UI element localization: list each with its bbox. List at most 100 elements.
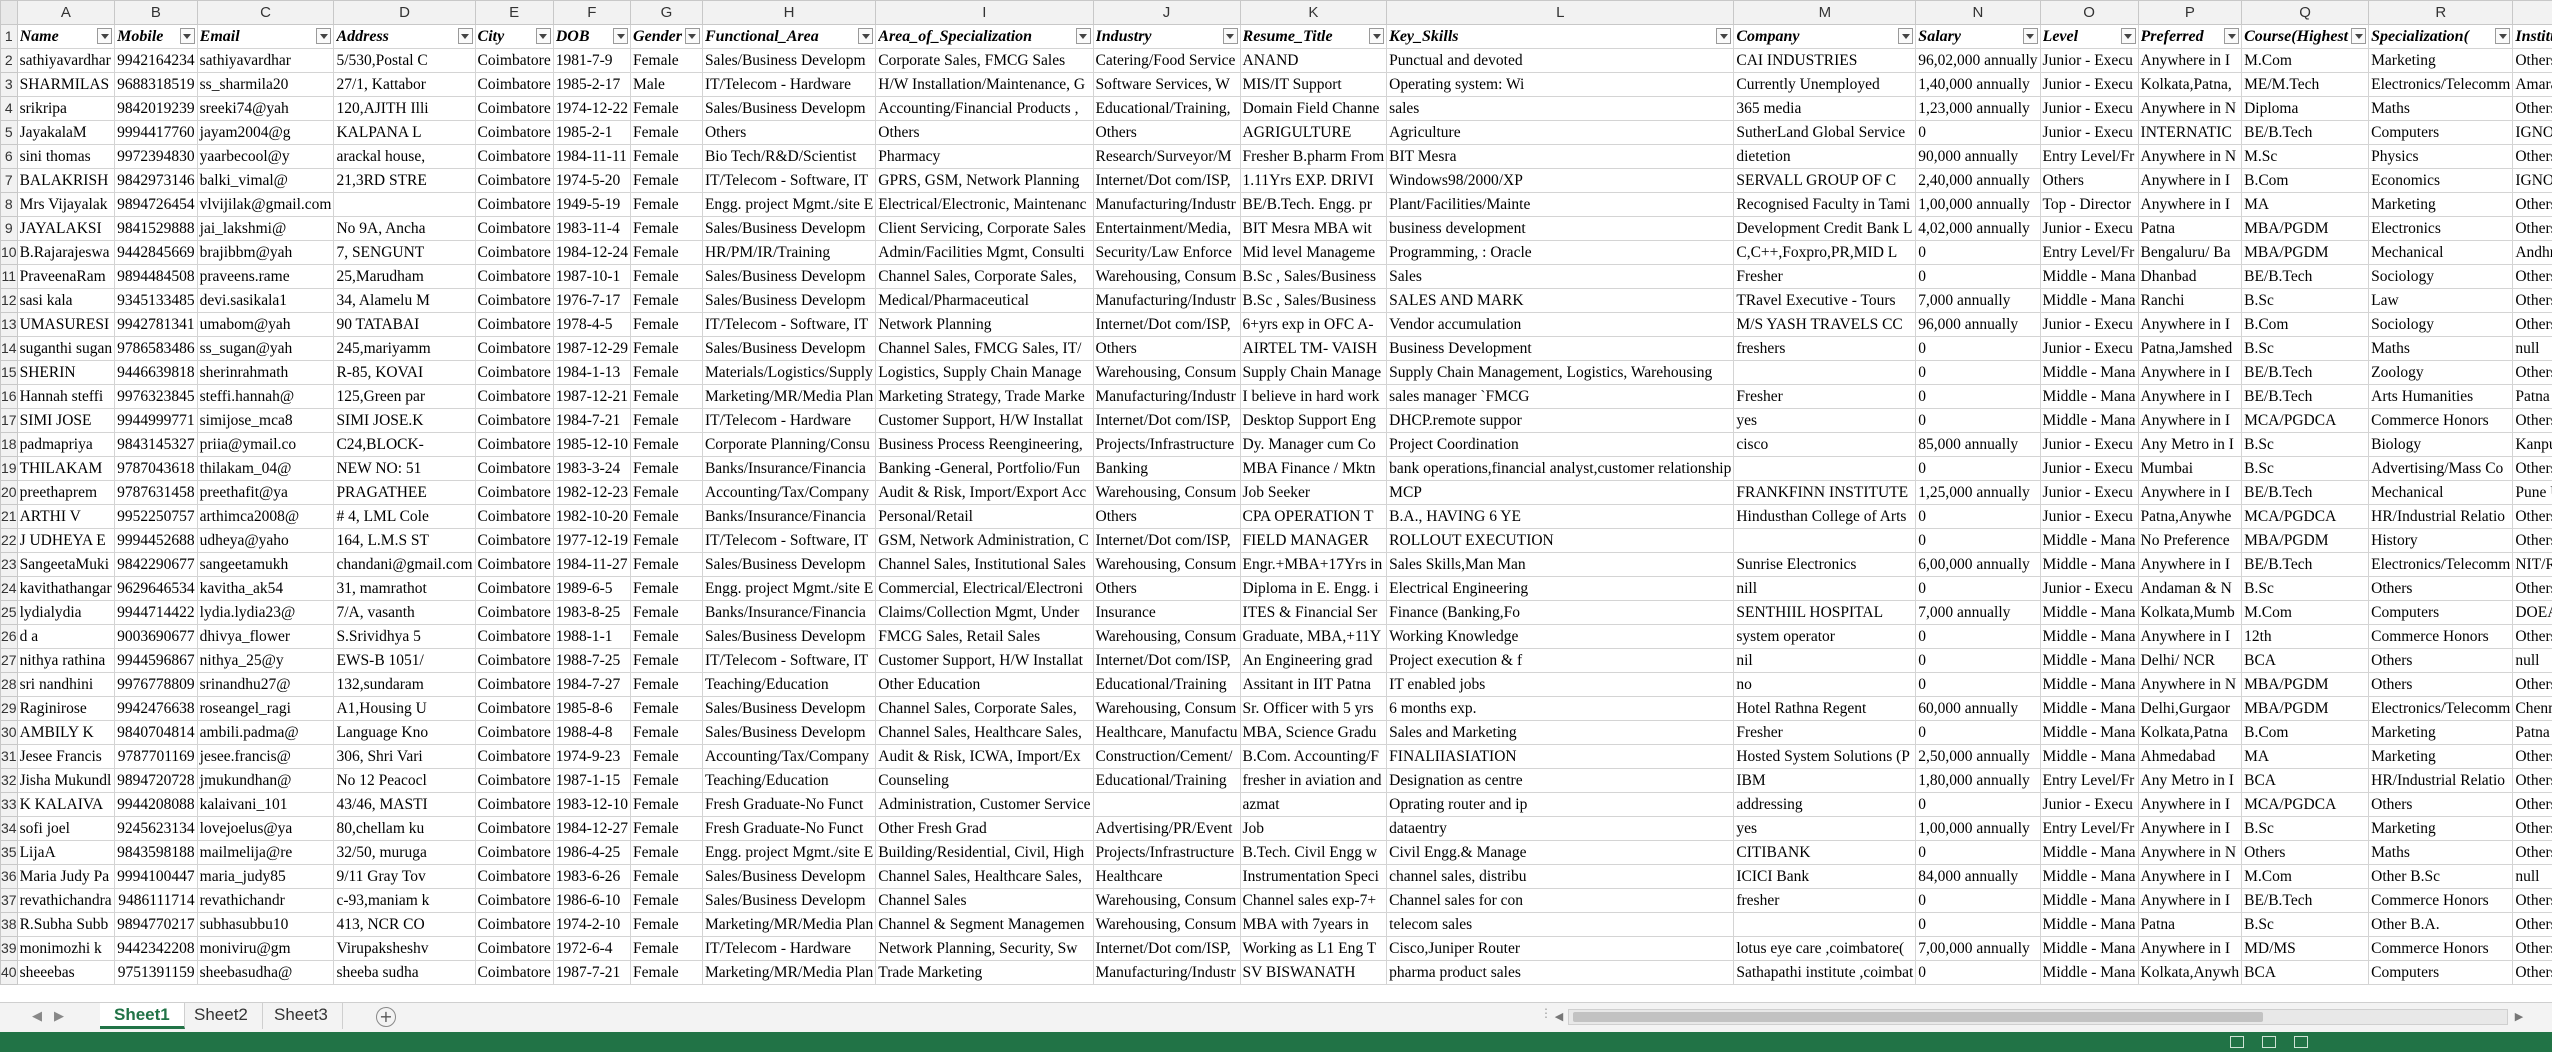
cell[interactable]: 9942164234 — [114, 48, 198, 73]
cell[interactable]: Junior - Execu — [2039, 432, 2139, 457]
cell[interactable]: B.Sc — [2241, 432, 2370, 457]
cell[interactable] — [1733, 528, 1917, 553]
cell[interactable]: 1949-5-19 — [552, 192, 632, 217]
cell[interactable]: Zoology — [2368, 360, 2514, 385]
cell[interactable]: NEW NO: 51 — [333, 456, 476, 481]
cell[interactable]: Others — [2512, 504, 2552, 529]
cell[interactable]: MCP — [1386, 480, 1735, 505]
cell[interactable]: maria_judy85 — [196, 864, 335, 889]
cell[interactable]: Others — [2512, 624, 2552, 649]
cell[interactable]: Marketing — [2368, 744, 2514, 769]
cell[interactable]: 1987-10-1 — [552, 264, 632, 289]
cell[interactable]: Currently Unemployed — [1733, 72, 1917, 97]
cell[interactable]: 25,Marudham — [333, 264, 476, 289]
cell[interactable]: Marketing/MR/Media Plan — [701, 960, 877, 985]
cell[interactable]: Junior - Execu — [2039, 480, 2139, 505]
cell[interactable]: Others — [2512, 192, 2552, 217]
cell[interactable]: SV BISWANATH — [1239, 960, 1388, 985]
column-header-d[interactable]: D — [333, 0, 476, 25]
cell[interactable]: C,C++,Foxpro,PR,MID L — [1733, 240, 1917, 265]
cell[interactable]: 0 — [1915, 504, 2041, 529]
cell[interactable]: ITES & Financial Ser — [1239, 600, 1388, 625]
cell[interactable]: Diploma — [2241, 96, 2370, 121]
cell[interactable]: Channel sales exp-7+ — [1239, 888, 1388, 913]
column-header-r[interactable]: R — [2368, 0, 2514, 25]
cell[interactable]: roseangel_ragi — [196, 696, 335, 721]
cell[interactable]: Electronics — [2368, 216, 2514, 241]
cell[interactable]: Projects/Infrastructure — [1092, 840, 1241, 865]
cell[interactable]: Marketing — [2368, 720, 2514, 745]
filter-dropdown-icon[interactable] — [535, 28, 551, 44]
cell[interactable]: 1985-8-6 — [552, 696, 632, 721]
cell[interactable]: K KALAIVA — [16, 792, 116, 817]
cell[interactable]: 0 — [1915, 240, 2041, 265]
cell[interactable]: Maths — [2368, 336, 2514, 361]
column-header-n[interactable]: N — [1915, 0, 2041, 25]
cell[interactable]: sreeki74@yah — [196, 96, 335, 121]
cell[interactable]: Coimbatore — [474, 192, 554, 217]
cell[interactable]: SHARMILAS — [16, 72, 116, 97]
cell[interactable]: Middle - Mana — [2039, 264, 2139, 289]
column-header-b[interactable]: B — [114, 0, 198, 25]
cell[interactable]: Coimbatore — [474, 408, 554, 433]
cell[interactable]: JAYALAKSI — [16, 216, 116, 241]
cell[interactable]: 9840704814 — [114, 720, 198, 745]
filter-dropdown-icon[interactable] — [1898, 28, 1914, 44]
cell[interactable]: 43/46, MASTI — [333, 792, 476, 817]
cell[interactable]: Marketing — [2368, 48, 2514, 73]
cell[interactable]: Hosted System Solutions (P — [1733, 744, 1917, 769]
header-cell[interactable]: Resume_Title — [1239, 24, 1388, 49]
cell[interactable]: B.Sc , Sales/Business — [1239, 288, 1388, 313]
cell[interactable]: lydialydia — [16, 600, 116, 625]
tab-sheet2[interactable]: Sheet2 — [180, 1003, 263, 1029]
cell[interactable]: Junior - Execu — [2039, 48, 2139, 73]
cell[interactable]: Trade Marketing — [875, 960, 1094, 985]
filter-dropdown-icon[interactable] — [2120, 28, 2136, 44]
cell[interactable]: sherinrahmath — [196, 360, 335, 385]
cell[interactable]: 125,Green par — [333, 384, 476, 409]
cell[interactable]: Marketing — [2368, 192, 2514, 217]
column-header-p[interactable]: P — [2137, 0, 2243, 25]
select-all-corner[interactable] — [0, 0, 18, 25]
cell[interactable]: Any Metro in I — [2137, 768, 2243, 793]
cell[interactable]: Advertising/PR/Event — [1092, 816, 1241, 841]
cell[interactable]: Job — [1239, 816, 1388, 841]
row-header[interactable]: 21 — [0, 504, 18, 529]
cell[interactable]: Warehousing, Consum — [1092, 696, 1241, 721]
cell[interactable]: Female — [630, 960, 703, 985]
cell[interactable]: 1984-11-11 — [552, 144, 632, 169]
cell[interactable]: Sales Skills,Man Man — [1386, 552, 1735, 577]
cell[interactable]: Female — [630, 288, 703, 313]
cell[interactable]: Female — [630, 168, 703, 193]
cell[interactable]: Accounting/Financial Products , — [875, 96, 1094, 121]
cell[interactable]: MA — [2241, 744, 2370, 769]
cell[interactable]: Corporate Sales, FMCG Sales — [875, 48, 1094, 73]
row-header[interactable]: 24 — [0, 576, 18, 601]
cell[interactable]: 132,sundaram — [333, 672, 476, 697]
cell[interactable]: srikripa — [16, 96, 116, 121]
cell[interactable]: Others — [2512, 96, 2552, 121]
cell[interactable]: MD/MS — [2241, 936, 2370, 961]
cell[interactable]: Patna,Jamshed — [2137, 336, 2243, 361]
cell[interactable]: kavitha_ak54 — [196, 576, 335, 601]
cell[interactable]: Andhra University — [2512, 240, 2552, 265]
cell[interactable]: 1986-6-10 — [552, 888, 632, 913]
cell[interactable]: Anywhere in N — [2137, 144, 2243, 169]
cell[interactable]: Middle - Mana — [2039, 648, 2139, 673]
cell[interactable]: 1983-12-10 — [552, 792, 632, 817]
cell[interactable]: Instrumentation Speci — [1239, 864, 1388, 889]
cell[interactable]: Sales/Business Developm — [701, 864, 877, 889]
cell[interactable]: Sales/Business Developm — [701, 48, 877, 73]
cell[interactable]: Anywhere in I — [2137, 312, 2243, 337]
cell[interactable]: Others — [875, 120, 1094, 145]
cell[interactable]: Maths — [2368, 96, 2514, 121]
cell[interactable]: Amaravati Univers — [2512, 72, 2552, 97]
cell[interactable]: Female — [630, 336, 703, 361]
cell[interactable]: Warehousing, Consum — [1092, 912, 1241, 937]
cell[interactable]: Manufacturing/Industr — [1092, 192, 1241, 217]
cell[interactable]: Anywhere in I — [2137, 552, 2243, 577]
cell[interactable]: Others — [2512, 528, 2552, 553]
cell[interactable]: Counseling — [875, 768, 1094, 793]
row-header[interactable]: 7 — [0, 168, 18, 193]
header-cell[interactable]: Key_Skills — [1386, 24, 1735, 49]
